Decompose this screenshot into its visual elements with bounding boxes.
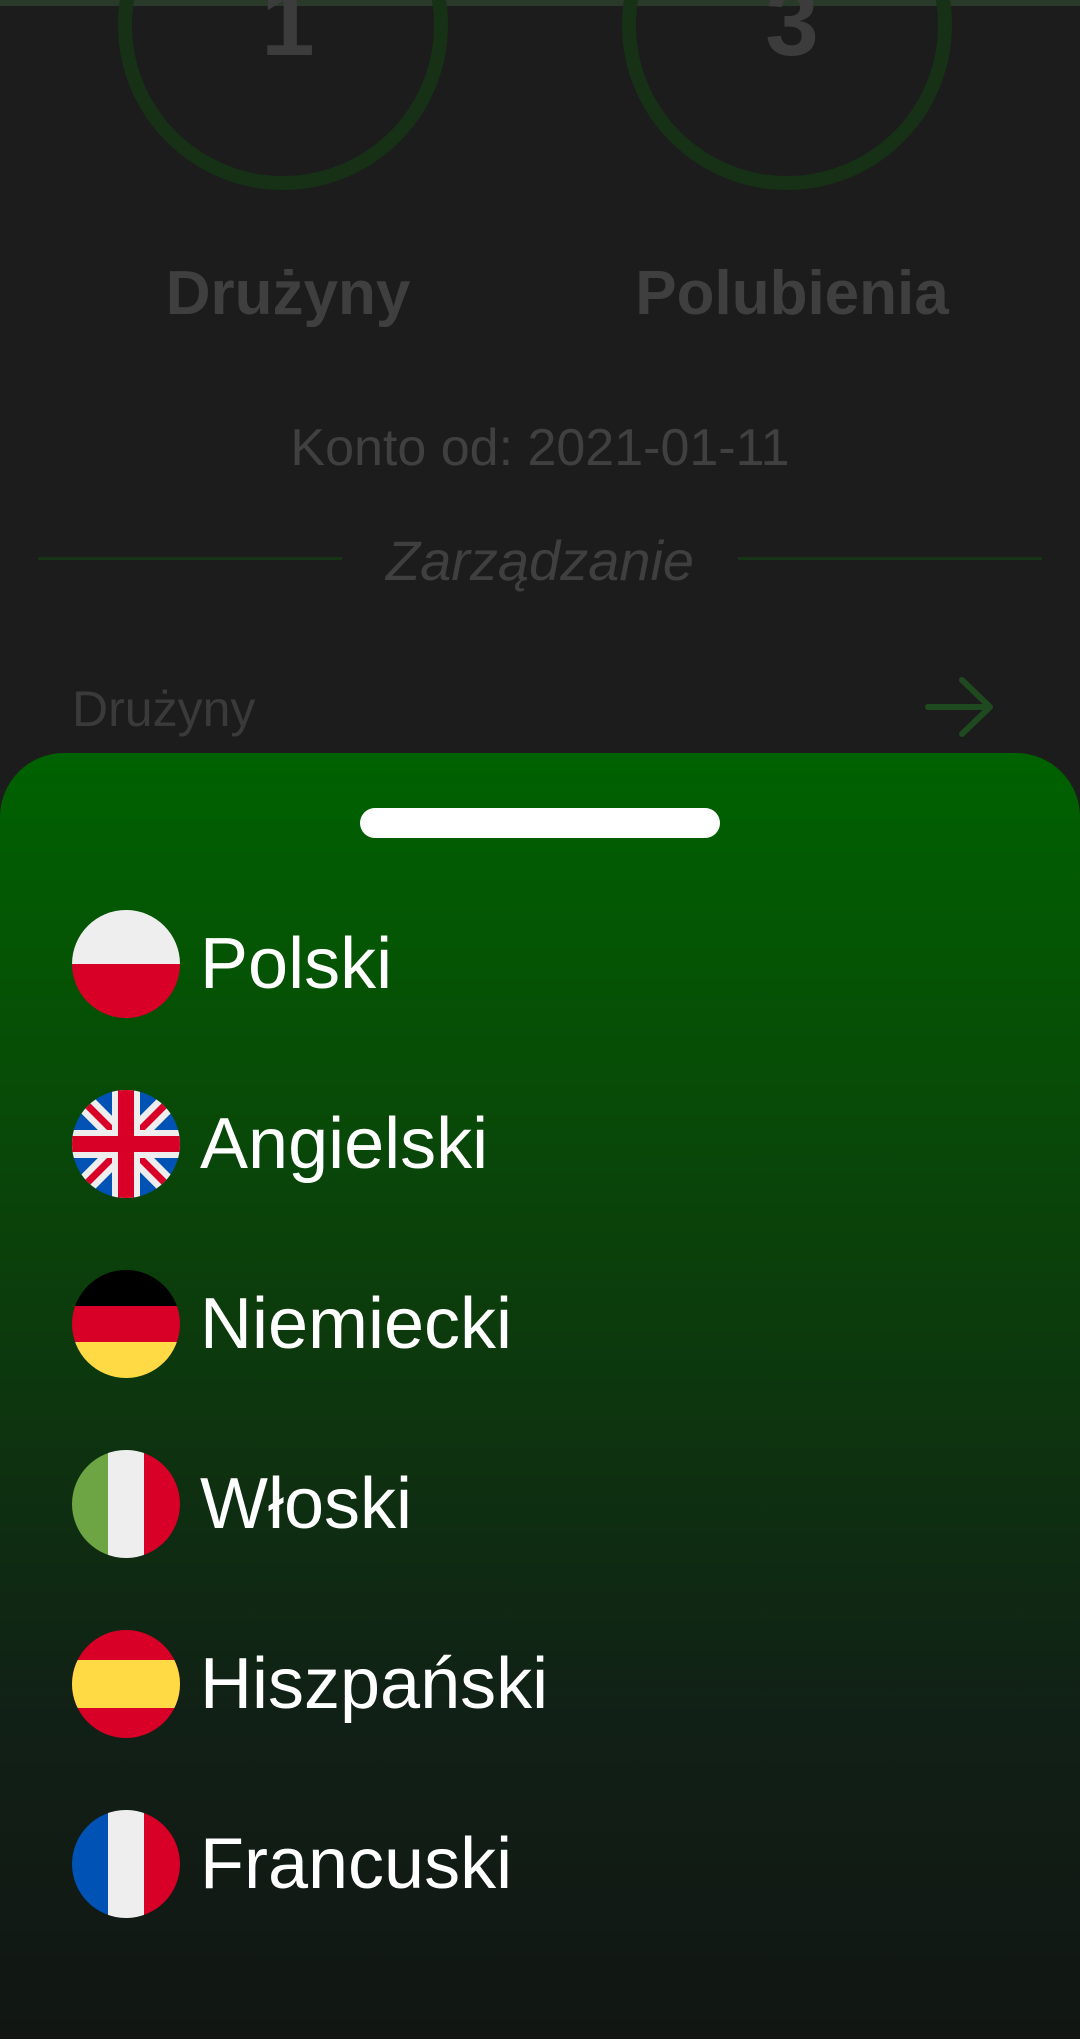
spain-flag-icon [72, 1630, 180, 1738]
stat-likes-count: 3 [765, 0, 819, 76]
language-label: Niemiecki [200, 1284, 513, 1364]
language-item-german[interactable]: Niemiecki [72, 1269, 972, 1379]
menu-item-teams[interactable]: Drużyny [72, 680, 255, 738]
sheet-drag-handle[interactable] [360, 808, 720, 838]
language-label: Hiszpański [200, 1644, 549, 1724]
language-label: Francuski [200, 1824, 513, 1904]
language-item-spanish[interactable]: Hiszpański [72, 1629, 972, 1739]
language-item-italian[interactable]: Włoski [72, 1449, 972, 1559]
profile-screen: 1 Drużyny 3 Polubienia Konto od: 2021-01… [0, 0, 1080, 2039]
language-item-english[interactable]: Angielski [72, 1089, 972, 1199]
account-since: Konto od: 2021-01-11 [290, 419, 790, 477]
poland-flag-icon [72, 910, 180, 1018]
language-label: Włoski [200, 1464, 412, 1544]
stat-teams-label: Drużyny [165, 259, 411, 328]
germany-flag-icon [72, 1270, 180, 1378]
stat-likes-label: Polubienia [635, 259, 949, 328]
language-label: Polski [200, 924, 393, 1004]
language-item-polish[interactable]: Polski [72, 909, 972, 1019]
language-item-french[interactable]: Francuski [72, 1809, 972, 1919]
section-divider-right [738, 557, 1042, 560]
arrow-right-icon[interactable] [920, 672, 1000, 742]
italy-flag-icon [72, 1450, 180, 1558]
france-flag-icon [72, 1810, 180, 1918]
section-title: Zarządzanie [385, 529, 695, 592]
uk-flag-icon [72, 1090, 180, 1198]
stat-teams-count: 1 [261, 0, 315, 76]
language-label: Angielski [200, 1104, 489, 1184]
language-bottom-sheet: Polski Angielski Niemiecki Włoski Hiszpa… [0, 753, 1080, 2039]
